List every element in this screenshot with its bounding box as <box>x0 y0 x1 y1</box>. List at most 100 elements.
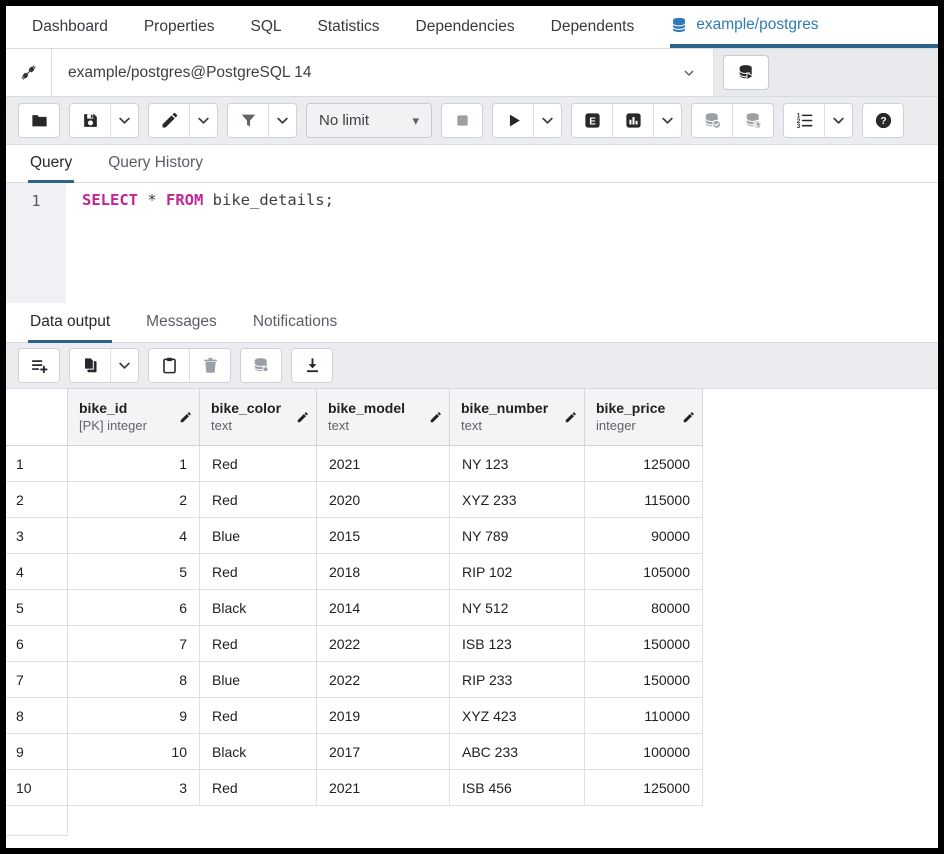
cell-bike-model[interactable]: 2014 <box>317 590 450 626</box>
row-number-cell[interactable]: 7 <box>6 662 68 698</box>
cell-bike-number[interactable]: RIP 102 <box>450 554 585 590</box>
row-number-cell[interactable]: 4 <box>6 554 68 590</box>
cell-bike-color[interactable]: Red <box>200 698 317 734</box>
help-button[interactable]: ? <box>863 104 903 137</box>
paste-button[interactable] <box>149 349 189 382</box>
cell-bike-id[interactable]: 1 <box>68 446 200 482</box>
tab-dashboard[interactable]: Dashboard <box>32 6 108 48</box>
new-row-gutter-stub[interactable] <box>6 806 68 836</box>
row-limit-select[interactable]: No limit▾ <box>306 103 432 138</box>
rollback-button[interactable] <box>733 104 773 137</box>
macros-button[interactable]: 123 <box>784 104 824 137</box>
filter-button[interactable] <box>228 104 268 137</box>
tab-notifications[interactable]: Notifications <box>251 303 339 343</box>
cell-bike-id[interactable]: 7 <box>68 626 200 662</box>
tab-dependents[interactable]: Dependents <box>551 6 635 48</box>
cell-bike-color[interactable]: Red <box>200 554 317 590</box>
cell-bike-number[interactable]: XYZ 233 <box>450 482 585 518</box>
column-header-bike-model[interactable]: bike_modeltext <box>317 389 450 446</box>
copy-options-button[interactable] <box>111 349 138 382</box>
column-header-bike-number[interactable]: bike_numbertext <box>450 389 585 446</box>
column-header-bike-price[interactable]: bike_priceinteger <box>585 389 703 446</box>
cell-bike-model[interactable]: 2018 <box>317 554 450 590</box>
cell-bike-model[interactable]: 2022 <box>317 626 450 662</box>
explain-options-button[interactable] <box>654 104 681 137</box>
tab-properties[interactable]: Properties <box>144 6 215 48</box>
tab-data-output[interactable]: Data output <box>28 303 112 343</box>
cell-bike-price[interactable]: 125000 <box>585 770 703 806</box>
connection-status-button[interactable] <box>6 49 52 96</box>
cell-bike-color[interactable]: Black <box>200 734 317 770</box>
new-connection-button[interactable] <box>723 55 769 90</box>
cell-bike-model[interactable]: 2017 <box>317 734 450 770</box>
row-number-cell[interactable]: 10 <box>6 770 68 806</box>
save-options-button[interactable] <box>111 104 138 137</box>
cell-bike-color[interactable]: Red <box>200 626 317 662</box>
cell-bike-model[interactable]: 2020 <box>317 482 450 518</box>
delete-row-button[interactable] <box>190 349 230 382</box>
cell-bike-id[interactable]: 10 <box>68 734 200 770</box>
row-number-cell[interactable]: 3 <box>6 518 68 554</box>
cell-bike-color[interactable]: Red <box>200 770 317 806</box>
sql-editor[interactable]: 1 SELECT * FROM bike_details; <box>6 183 938 303</box>
cell-bike-color[interactable]: Red <box>200 482 317 518</box>
open-file-button[interactable] <box>19 104 59 137</box>
cell-bike-color[interactable]: Black <box>200 590 317 626</box>
cell-bike-price[interactable]: 125000 <box>585 446 703 482</box>
row-number-cell[interactable]: 5 <box>6 590 68 626</box>
cell-bike-id[interactable]: 5 <box>68 554 200 590</box>
add-row-button[interactable] <box>19 349 59 382</box>
execute-options-button[interactable] <box>534 104 561 137</box>
cell-bike-price[interactable]: 105000 <box>585 554 703 590</box>
copy-button[interactable] <box>70 349 110 382</box>
cell-bike-number[interactable]: ISB 123 <box>450 626 585 662</box>
cell-bike-price[interactable]: 100000 <box>585 734 703 770</box>
cell-bike-color[interactable]: Blue <box>200 518 317 554</box>
cell-bike-id[interactable]: 9 <box>68 698 200 734</box>
cell-bike-price[interactable]: 115000 <box>585 482 703 518</box>
save-data-changes-button[interactable] <box>241 349 281 382</box>
connection-select[interactable]: example/postgres@PostgreSQL 14 <box>52 49 714 96</box>
cell-bike-id[interactable]: 6 <box>68 590 200 626</box>
cell-bike-model[interactable]: 2019 <box>317 698 450 734</box>
execute-query-button[interactable] <box>493 104 533 137</box>
explain-button[interactable]: E <box>572 104 612 137</box>
row-number-cell[interactable]: 9 <box>6 734 68 770</box>
cell-bike-color[interactable]: Red <box>200 446 317 482</box>
row-number-cell[interactable]: 6 <box>6 626 68 662</box>
row-number-cell[interactable]: 2 <box>6 482 68 518</box>
cell-bike-number[interactable]: NY 512 <box>450 590 585 626</box>
cell-bike-number[interactable]: XYZ 423 <box>450 698 585 734</box>
cell-bike-price[interactable]: 150000 <box>585 626 703 662</box>
edit-options-button[interactable] <box>190 104 217 137</box>
cell-bike-number[interactable]: NY 123 <box>450 446 585 482</box>
cell-bike-number[interactable]: ABC 233 <box>450 734 585 770</box>
cell-bike-price[interactable]: 90000 <box>585 518 703 554</box>
save-file-button[interactable] <box>70 104 110 137</box>
macros-options-button[interactable] <box>825 104 852 137</box>
cell-bike-price[interactable]: 80000 <box>585 590 703 626</box>
tab-query-tool[interactable]: example/postgres <box>670 6 938 48</box>
column-header-bike-id[interactable]: bike_id[PK] integer <box>68 389 200 446</box>
filter-options-button[interactable] <box>269 104 296 137</box>
commit-button[interactable] <box>692 104 732 137</box>
cell-bike-id[interactable]: 4 <box>68 518 200 554</box>
cell-bike-price[interactable]: 150000 <box>585 662 703 698</box>
tab-dependencies[interactable]: Dependencies <box>416 6 515 48</box>
cell-bike-id[interactable]: 2 <box>68 482 200 518</box>
cell-bike-number[interactable]: RIP 233 <box>450 662 585 698</box>
cell-bike-model[interactable]: 2015 <box>317 518 450 554</box>
edit-button[interactable] <box>149 104 189 137</box>
tab-statistics[interactable]: Statistics <box>318 6 380 48</box>
row-number-cell[interactable]: 8 <box>6 698 68 734</box>
cell-bike-number[interactable]: NY 789 <box>450 518 585 554</box>
cell-bike-price[interactable]: 110000 <box>585 698 703 734</box>
cancel-query-button[interactable] <box>442 104 482 137</box>
download-results-button[interactable] <box>292 349 332 382</box>
cell-bike-model[interactable]: 2021 <box>317 446 450 482</box>
cell-bike-number[interactable]: ISB 456 <box>450 770 585 806</box>
tab-query[interactable]: Query <box>28 145 74 183</box>
cell-bike-id[interactable]: 3 <box>68 770 200 806</box>
tab-messages[interactable]: Messages <box>144 303 219 343</box>
cell-bike-model[interactable]: 2022 <box>317 662 450 698</box>
